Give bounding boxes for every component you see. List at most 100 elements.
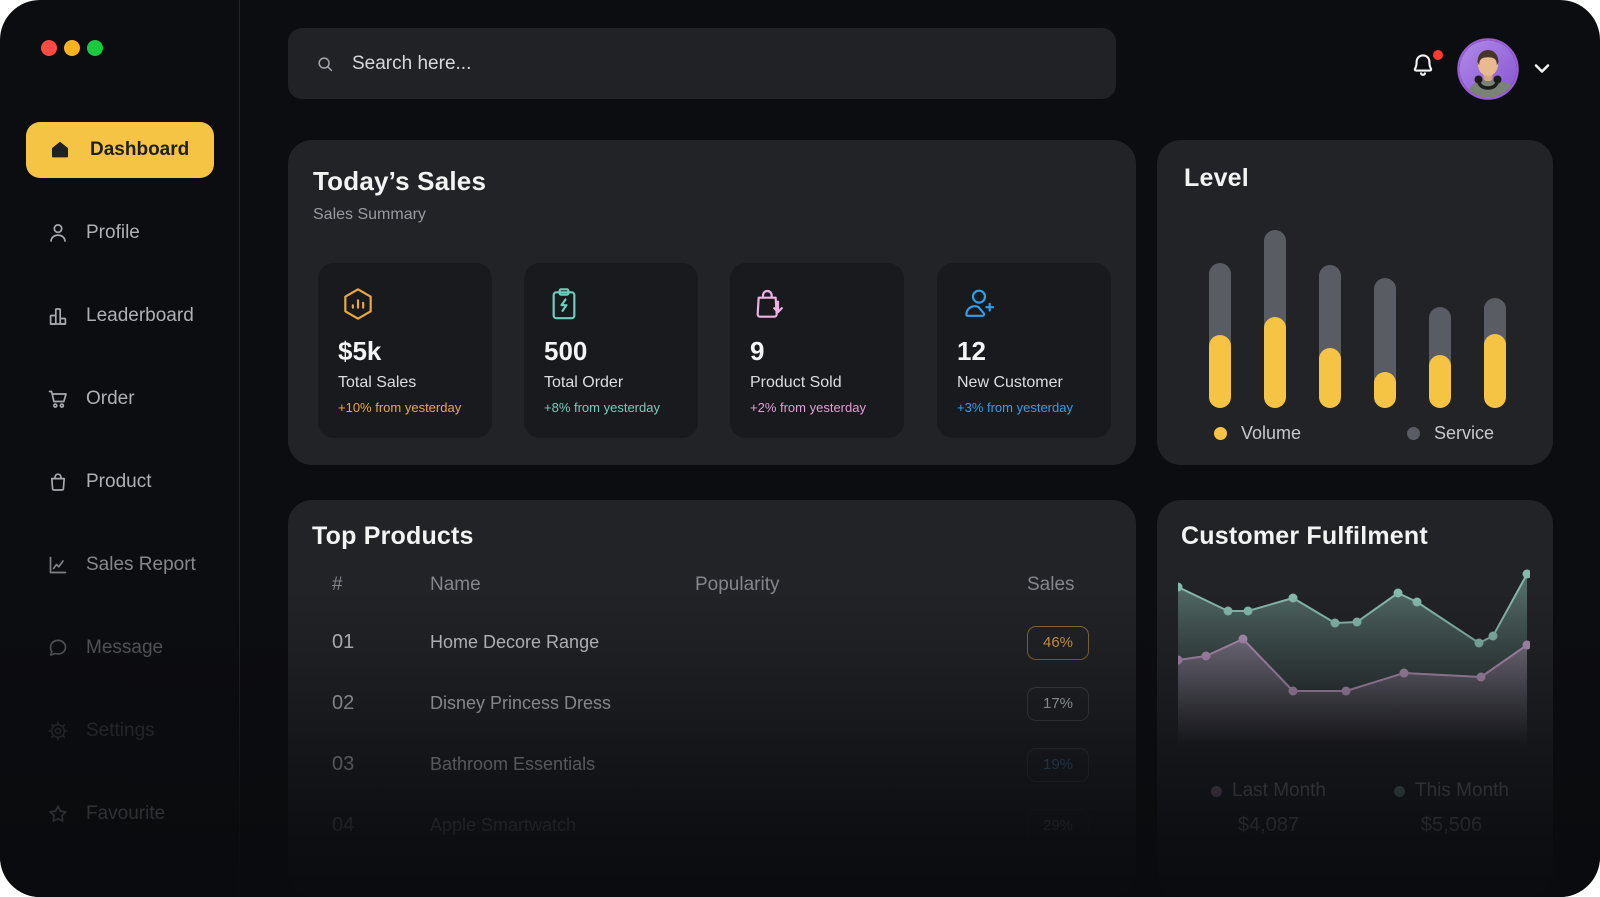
todays-sales-subtitle: Sales Summary <box>313 206 426 224</box>
this-month-legend-dot <box>1394 786 1405 797</box>
table-row: 02Disney Princess Dress 17% <box>332 673 1136 734</box>
profile-menu-chevron-down-icon[interactable] <box>1530 56 1554 80</box>
level-bar <box>1374 278 1396 408</box>
data-point <box>1477 673 1486 682</box>
hexagon-bars-icon <box>338 284 378 324</box>
customer-fulfilment-title: Customer Fulfilment <box>1181 522 1428 551</box>
table-row: 03Bathroom Essentials19% <box>332 734 1136 795</box>
sales-badge: 29% <box>1027 809 1089 843</box>
sidebar-item-order[interactable]: Order <box>26 379 214 419</box>
product-rank: 02 <box>332 692 430 715</box>
data-point <box>1289 687 1298 696</box>
user-avatar[interactable] <box>1457 38 1519 100</box>
sales-badge: 17% <box>1027 687 1089 721</box>
stat-value: 9 <box>750 336 884 367</box>
stat-delta: +3% from yesterday <box>957 400 1091 415</box>
zoom-window-button[interactable] <box>87 40 103 56</box>
sidebar-item-message[interactable]: Message <box>26 628 214 668</box>
stat-card-total-sales: $5k Total Sales +10% from yesterday <box>318 263 492 438</box>
product-name: Apple Smartwatch <box>430 815 695 836</box>
this-month-legend-label: This Month <box>1415 780 1509 802</box>
data-point <box>1331 619 1340 628</box>
sidebar: Dashboard Profile Leaderboard Order <box>0 0 240 897</box>
star-icon <box>46 802 70 826</box>
sidebar-item-sales-report[interactable]: Sales Report <box>26 545 214 585</box>
product-name: Bathroom Essentials <box>430 754 695 775</box>
sidebar-item-label: Sales Report <box>86 554 196 576</box>
col-header-popularity: Popularity <box>695 574 1027 596</box>
stat-label: Product Sold <box>750 374 884 392</box>
level-bar-chart <box>1209 230 1506 408</box>
search-bar <box>288 28 1116 99</box>
todays-sales-card: Today’s Sales Sales Summary $5k Total Sa… <box>288 140 1136 465</box>
data-point <box>1400 669 1409 678</box>
this-month-value: $5,506 <box>1360 814 1543 837</box>
sidebar-item-product[interactable]: Product <box>26 462 214 502</box>
sidebar-item-label: Profile <box>86 222 140 244</box>
level-bar <box>1429 307 1451 408</box>
data-point <box>1289 594 1298 603</box>
level-bar <box>1209 263 1231 408</box>
sidebar-item-leaderboard[interactable]: Leaderboard <box>26 296 214 336</box>
stat-card-new-customer: 12 New Customer +3% from yesterday <box>937 263 1111 438</box>
volume-bar-segment <box>1319 348 1341 408</box>
volume-legend-label: Volume <box>1241 423 1301 444</box>
data-point <box>1244 607 1253 616</box>
sidebar-item-dashboard[interactable]: Dashboard <box>26 122 214 178</box>
table-row: 01Home Decore Range46% <box>332 612 1136 673</box>
level-title: Level <box>1184 164 1249 193</box>
level-bar <box>1319 265 1341 408</box>
notification-bell-button[interactable] <box>1408 50 1442 84</box>
product-name: Home Decore Range <box>430 632 695 653</box>
sidebar-item-favourite[interactable]: Favourite <box>26 794 214 834</box>
volume-bar-segment <box>1264 317 1286 408</box>
home-icon <box>48 138 72 162</box>
product-rank: 04 <box>332 814 430 837</box>
close-window-button[interactable] <box>41 40 57 56</box>
level-legend: Volume Service <box>1157 423 1553 443</box>
col-header-rank: # <box>332 574 430 596</box>
legend-item-last-month: Last Month $4,087 <box>1177 780 1360 837</box>
data-point <box>1394 589 1403 598</box>
search-input[interactable] <box>352 53 1090 75</box>
line-chart-icon <box>46 553 70 577</box>
stat-card-total-order: 500 Total Order +8% from yesterday <box>524 263 698 438</box>
bag-icon <box>46 470 70 494</box>
stat-value: $5k <box>338 336 472 367</box>
app-window: Dashboard Profile Leaderboard Order <box>0 0 1600 897</box>
minimize-window-button[interactable] <box>64 40 80 56</box>
data-point <box>1413 598 1422 607</box>
data-point <box>1475 639 1484 648</box>
top-products-title: Top Products <box>312 522 474 551</box>
sidebar-item-profile[interactable]: Profile <box>26 213 214 253</box>
stat-value: 12 <box>957 336 1091 367</box>
data-point <box>1523 570 1531 579</box>
sidebar-item-label: Settings <box>86 720 155 742</box>
sales-badge: 46% <box>1027 626 1089 660</box>
table-row: 04Apple Smartwatch 29% <box>332 795 1136 856</box>
data-point <box>1489 632 1498 641</box>
volume-bar-segment <box>1374 372 1396 408</box>
stat-label: Total Order <box>544 374 678 392</box>
table-header: # Name Popularity Sales <box>332 574 1089 596</box>
product-name: Disney Princess Dress <box>430 693 695 714</box>
sidebar-item-label: Product <box>86 471 151 493</box>
stat-delta: +10% from yesterday <box>338 400 472 415</box>
stat-value: 500 <box>544 336 678 367</box>
data-point <box>1224 607 1233 616</box>
fulfilment-legend: Last Month $4,087 This Month $5,506 <box>1177 780 1543 837</box>
level-bar <box>1264 230 1286 408</box>
top-products-card: Top Products # Name Popularity Sales 01H… <box>288 500 1136 897</box>
stat-label: Total Sales <box>338 374 472 392</box>
bag-download-icon <box>750 284 790 324</box>
todays-sales-title: Today’s Sales <box>313 166 486 197</box>
sidebar-item-settings[interactable]: Settings <box>26 711 214 751</box>
volume-bar-segment <box>1429 355 1451 408</box>
cart-icon <box>46 387 70 411</box>
data-point <box>1239 635 1248 644</box>
data-point <box>1202 652 1211 661</box>
data-point <box>1342 687 1351 696</box>
last-month-legend-dot <box>1211 786 1222 797</box>
customer-fulfilment-card: Customer Fulfilment Last Month $4,087 Th… <box>1157 500 1553 897</box>
clipboard-bolt-icon <box>544 284 584 324</box>
